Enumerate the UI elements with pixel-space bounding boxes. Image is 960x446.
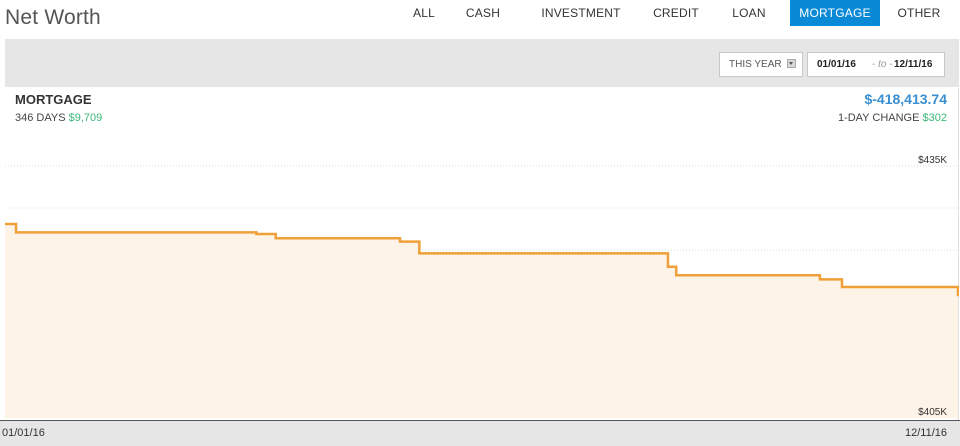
chart-area: $435K $405K [5,88,959,424]
account-balance: $-418,413.74 [864,91,947,107]
y-axis-min-label: $405K [918,407,947,418]
x-axis-start-label: 01/01/16 [2,427,45,439]
net-worth-chart: $435K $405K [5,155,959,419]
date-to[interactable]: 12/11/16 [894,53,932,76]
date-from[interactable]: 01/01/16 [817,53,856,76]
x-axis-end-label: 12/11/16 [904,427,947,439]
day-change-value: $302 [922,112,947,124]
tab-credit[interactable]: CREDIT [645,0,707,26]
tab-mortgage[interactable]: MORTGAGE [790,0,880,26]
date-range-picker[interactable]: 01/01/16 - to - 12/11/16 [807,52,945,77]
tab-investment[interactable]: INVESTMENT [532,0,630,26]
range-select-value: THIS YEAR [729,59,782,70]
period-change: $9,709 [68,112,103,124]
tab-all[interactable]: ALL [407,0,441,26]
tab-cash[interactable]: CASH [459,0,507,26]
day-change-label: 1-DAY CHANGE [837,112,920,124]
page-title: Net Worth [5,6,101,29]
date-separator: - to - [872,59,893,70]
range-select[interactable]: THIS YEAR [719,52,803,77]
chart-x-axis: 01/01/16 12/11/16 [0,420,960,446]
y-axis-max-label: $435K [918,155,947,166]
period-summary: 346 DAYS $9,709 [15,112,102,124]
chevron-down-icon[interactable] [787,59,796,68]
account-name: MORTGAGE [15,92,92,107]
day-change-summary: 1-DAY CHANGE $302 [838,112,947,124]
period-days: 346 DAYS [15,112,66,124]
tab-other[interactable]: OTHER [894,0,944,26]
tab-loan[interactable]: LOAN [722,0,776,26]
